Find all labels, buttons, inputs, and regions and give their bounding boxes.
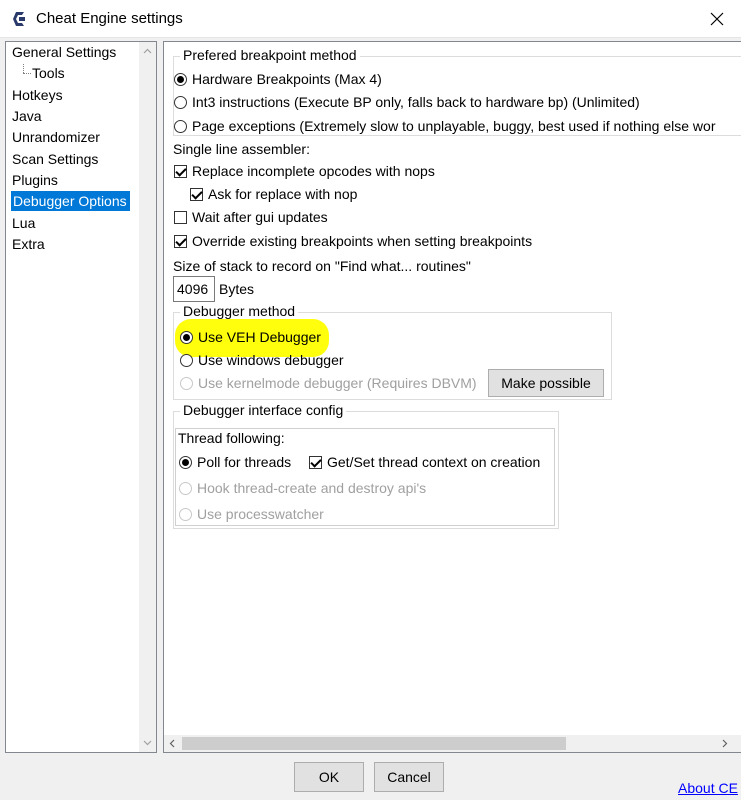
- scrollbar-thumb[interactable]: [182, 737, 566, 750]
- radio-label: Page exceptions (Extremely slow to unpla…: [192, 118, 716, 134]
- radio-button[interactable]: [180, 353, 193, 367]
- checkbox[interactable]: [174, 164, 187, 178]
- radio-button[interactable]: [180, 330, 193, 344]
- checkbox[interactable]: [174, 210, 187, 224]
- radio-label: Use windows debugger: [198, 352, 344, 368]
- assembler-label: Single line assembler:: [173, 141, 310, 157]
- radio-label: Use VEH Debugger: [198, 329, 321, 345]
- radio-page-exceptions[interactable]: Page exceptions (Extremely slow to unpla…: [174, 116, 715, 136]
- sidebar-item-lua[interactable]: Lua: [12, 213, 35, 233]
- radio-label: Int3 instructions (Execute BP only, fall…: [192, 94, 640, 110]
- radio-label: Poll for threads: [197, 454, 292, 470]
- make-possible-button[interactable]: Make possible: [488, 369, 604, 397]
- sidebar-item-scan-settings[interactable]: Scan Settings: [12, 149, 98, 169]
- checkbox-ask-replace-nop[interactable]: Ask for replace with nop: [190, 184, 357, 204]
- radio-use-kernelmode-debugger: Use kernelmode debugger (Requires DBVM): [180, 373, 477, 393]
- radio-button[interactable]: [174, 119, 187, 133]
- radio-button: [179, 481, 192, 495]
- scroll-up-icon[interactable]: [143, 47, 152, 56]
- checkbox-replace-incomplete-opcodes[interactable]: Replace incomplete opcodes with nops: [174, 161, 435, 181]
- radio-button: [180, 376, 193, 390]
- sidebar-item-extra[interactable]: Extra: [12, 234, 45, 254]
- about-ce-link[interactable]: About CE: [678, 780, 738, 796]
- tree-connector: [23, 64, 24, 73]
- radio-button: [179, 507, 192, 521]
- checkbox-override-breakpoints[interactable]: Override existing breakpoints when setti…: [174, 231, 532, 251]
- group-title: Prefered breakpoint method: [180, 47, 360, 63]
- cheat-engine-logo-icon: [13, 12, 25, 26]
- radio-label: Use processwatcher: [197, 506, 324, 522]
- tree-connector: [23, 73, 31, 74]
- sidebar-item-hotkeys[interactable]: Hotkeys: [12, 85, 63, 105]
- sidebar-item-general-settings[interactable]: General Settings: [12, 42, 116, 62]
- scroll-right-icon[interactable]: [720, 739, 729, 748]
- settings-tree[interactable]: General Settings Tools Hotkeys Java Unra…: [5, 41, 157, 753]
- radio-hook-thread-create: Hook thread-create and destroy api's: [179, 478, 426, 498]
- group-title: Debugger interface config: [180, 402, 347, 418]
- radio-label: Hook thread-create and destroy api's: [197, 480, 427, 496]
- radio-button[interactable]: [174, 95, 187, 109]
- radio-button[interactable]: [174, 72, 187, 86]
- checkbox-label: Replace incomplete opcodes with nops: [192, 163, 435, 179]
- checkbox-label: Get/Set thread context on creation: [327, 454, 541, 470]
- close-icon: [710, 12, 724, 26]
- checkbox-label: Ask for replace with nop: [208, 186, 358, 202]
- scroll-left-icon[interactable]: [168, 739, 177, 748]
- radio-button[interactable]: [179, 455, 192, 469]
- sidebar-item-unrandomizer[interactable]: Unrandomizer: [12, 127, 100, 147]
- close-button[interactable]: [700, 4, 734, 34]
- sidebar-item-plugins[interactable]: Plugins: [12, 170, 58, 190]
- radio-label: Hardware Breakpoints (Max 4): [192, 71, 382, 87]
- group-title: Debugger method: [180, 303, 299, 319]
- window-title: Cheat Engine settings: [36, 10, 183, 27]
- radio-use-windows-debugger[interactable]: Use windows debugger: [180, 350, 344, 370]
- scroll-down-icon[interactable]: [143, 738, 152, 747]
- checkbox[interactable]: [190, 187, 203, 201]
- checkbox-wait-gui-updates[interactable]: Wait after gui updates: [174, 207, 328, 227]
- content-horizontal-scrollbar[interactable]: [164, 735, 741, 752]
- checkbox-getset-thread-context[interactable]: Get/Set thread context on creation: [309, 452, 540, 472]
- sidebar-vertical-scrollbar[interactable]: [139, 42, 156, 752]
- checkbox[interactable]: [309, 455, 322, 469]
- radio-use-processwatcher: Use processwatcher: [179, 504, 324, 524]
- ok-button[interactable]: OK: [294, 762, 364, 792]
- checkbox[interactable]: [174, 234, 187, 248]
- sidebar-item-tools[interactable]: Tools: [32, 63, 65, 83]
- radio-label: Use kernelmode debugger (Requires DBVM): [198, 375, 477, 391]
- stack-unit-label: Bytes: [219, 281, 255, 297]
- checkbox-label: Override existing breakpoints when setti…: [192, 233, 533, 249]
- cancel-button[interactable]: Cancel: [374, 762, 444, 792]
- title-bar: Cheat Engine settings: [0, 0, 741, 38]
- checkbox-label: Wait after gui updates: [192, 209, 328, 225]
- radio-int3-instructions[interactable]: Int3 instructions (Execute BP only, fall…: [174, 92, 640, 112]
- sidebar-item-debugger-options[interactable]: Debugger Options: [11, 191, 130, 211]
- stack-size-label: Size of stack to record on "Find what...…: [173, 258, 471, 274]
- radio-use-veh-debugger[interactable]: Use VEH Debugger: [180, 327, 321, 347]
- radio-poll-for-threads[interactable]: Poll for threads: [179, 452, 291, 472]
- radio-hardware-breakpoints[interactable]: Hardware Breakpoints (Max 4): [174, 69, 382, 89]
- stack-size-input[interactable]: 4096: [173, 276, 215, 302]
- thread-following-label: Thread following:: [178, 430, 285, 446]
- debugger-options-panel: Prefered breakpoint method Hardware Brea…: [163, 41, 741, 753]
- sidebar-item-java[interactable]: Java: [12, 106, 42, 126]
